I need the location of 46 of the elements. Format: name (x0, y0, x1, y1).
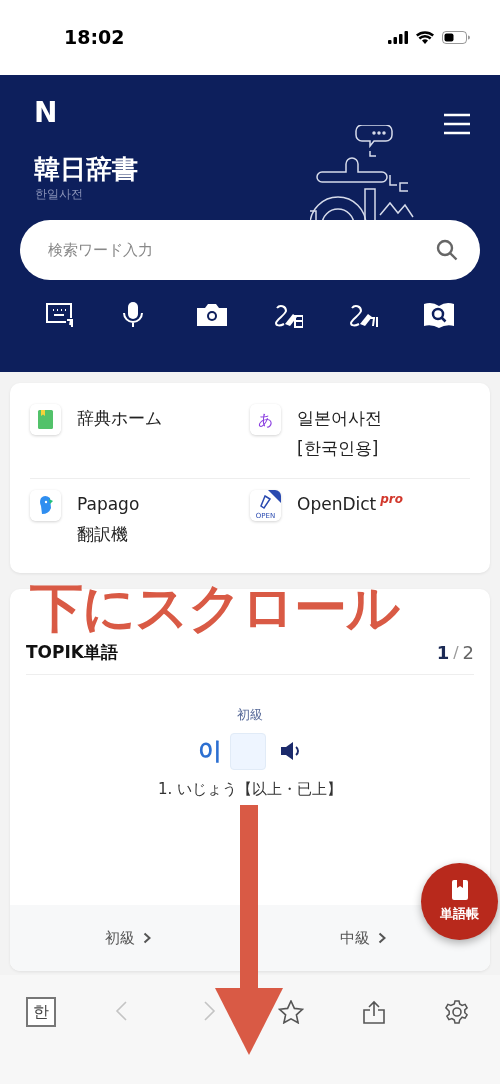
battery-icon (442, 31, 470, 44)
annotation-caption: 下にスクロール (30, 580, 399, 636)
level-link[interactable]: 初級 (104, 926, 151, 950)
app-subtitle: 한일사전 (35, 186, 84, 204)
app-tile-icon[interactable] (30, 404, 61, 435)
star-icon[interactable] (278, 1000, 305, 1024)
link-label[interactable]: 일본어사전 (297, 404, 382, 434)
link-label[interactable]: 翻訳機 (77, 519, 140, 550)
keyboard-icon[interactable] (46, 302, 76, 329)
wifi-icon (416, 31, 434, 44)
link-label[interactable]: Papago (77, 490, 140, 520)
camera-icon[interactable] (197, 302, 228, 329)
page-total: 2 (462, 641, 474, 665)
chevron-right-icon (142, 932, 151, 944)
search-bar[interactable]: 検索ワード入力 (20, 220, 480, 281)
link-label[interactable]: 辞典ホーム (77, 404, 162, 434)
search-field[interactable]: 検索ワード入力 (46, 237, 436, 263)
word: 이 (198, 736, 222, 767)
link-label[interactable]: [한국인용] (297, 433, 382, 464)
speaker-icon[interactable] (280, 741, 302, 761)
level-link[interactable]: 中級 (339, 926, 386, 950)
card-title: TOPIK単語 (26, 640, 118, 664)
page-separator: / (453, 641, 459, 664)
handwriting-icon[interactable] (348, 302, 379, 329)
pro-label: pro (380, 491, 403, 508)
app-title: 韓日辞書 (34, 154, 139, 186)
meaning-text: 1. いじょう【以上・已上】 (157, 778, 343, 800)
signal-icon (388, 31, 408, 44)
bookmark-icon (451, 879, 468, 900)
book-search-icon[interactable] (423, 302, 454, 329)
link-label[interactable]: OpenDict (297, 490, 377, 520)
share-icon[interactable] (361, 1000, 388, 1024)
settings-icon[interactable] (444, 1000, 470, 1024)
page-current: 1 (436, 641, 450, 665)
search-icon[interactable] (436, 239, 458, 262)
app-tile-icon[interactable] (30, 490, 61, 521)
clock-time: 18:02 (64, 25, 125, 51)
menu-icon[interactable] (444, 113, 470, 135)
blank-box (230, 732, 266, 770)
hangul-button[interactable]: 한 (26, 997, 56, 1027)
level-label: 初級 (237, 706, 263, 724)
logo[interactable]: N (34, 99, 480, 127)
chevron-right-icon (377, 932, 386, 944)
wordbook-button[interactable]: 単語帳 (421, 863, 498, 940)
handwriting-icon[interactable] (272, 302, 303, 329)
app-tile-icon[interactable]: あ (250, 404, 281, 435)
